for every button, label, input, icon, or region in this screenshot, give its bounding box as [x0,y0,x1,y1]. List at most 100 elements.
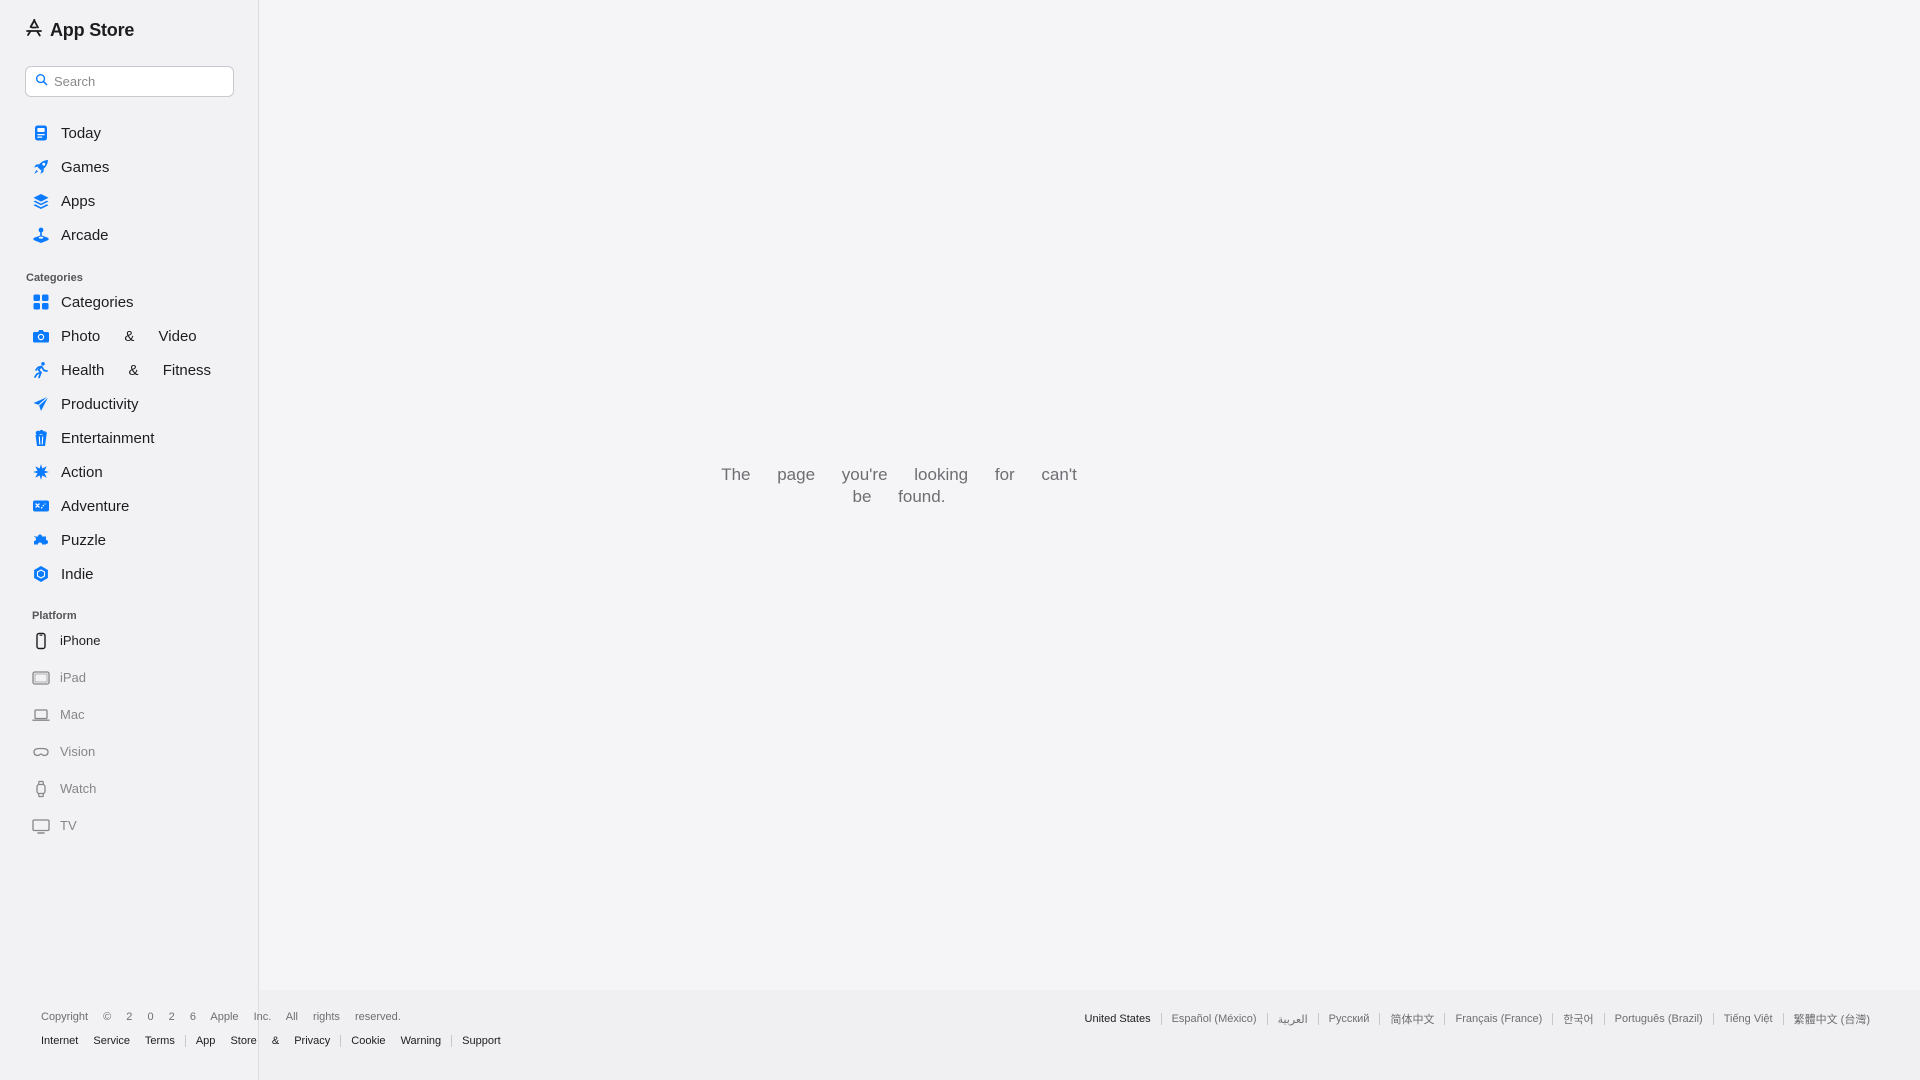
iphone-icon [32,632,50,650]
platform-item-label: Watch [60,781,97,796]
locale-zh-cn[interactable]: 简体中文 [1390,1011,1434,1027]
search-input[interactable] [54,74,224,89]
footer [259,990,1920,1080]
sidebar-item-label: Health & Fitness [61,361,212,379]
platform-item-iphone[interactable]: iPhone [0,622,259,659]
locale-divider [1266,1013,1268,1025]
link-divider [184,1035,186,1047]
sidebar-item-entertainment[interactable]: Entertainment [0,421,259,455]
search-box[interactable] [25,66,234,97]
locale-es-mx[interactable]: Español (México) [1172,1013,1257,1025]
sidebar-item-label: Categories [61,293,134,311]
app-store-brand[interactable]: App Store [24,18,134,43]
sidebar-item-label: Adventure [61,497,130,515]
app-window: App Store Today Games [0,0,1920,1080]
categories-section-label: Categories [26,272,83,284]
locale-divider [1317,1013,1319,1025]
internet-service-terms-link[interactable]: Internet Service Terms [41,1035,175,1047]
sidebar-item-label: Apps [61,192,96,210]
platform-item-label: iPad [60,670,87,685]
locale-ko[interactable]: 한국어 [1563,1011,1593,1027]
platform-item-ipad[interactable]: iPad [0,659,259,696]
platform-item-tv[interactable]: TV [0,807,259,844]
sidebar-item-categories[interactable]: Categories [0,285,259,319]
sidebar-item-puzzle[interactable]: Puzzle [0,523,259,557]
sidebar-item-label: Photo & Video [61,327,197,345]
locale-switcher: United States Español (México) العربية Р… [1085,1011,1870,1027]
platform-item-label: TV [60,818,77,833]
runner-icon [31,361,50,380]
link-divider [340,1035,342,1047]
copyright-text: Copyright © 2 0 2 6 Apple Inc. All right… [41,1011,401,1023]
categories-nav: Categories Photo & Video Health & Fitnes… [0,285,259,591]
rocket-icon [31,158,50,177]
link-divider [451,1035,453,1047]
locale-fr-fr[interactable]: Français (France) [1455,1013,1542,1025]
sidebar-item-indie[interactable]: Indie [0,557,259,591]
platform-item-label: Vision [60,744,96,759]
joystick-icon [31,226,50,245]
sidebar-item-label: Productivity [61,395,139,413]
sidebar-item-label: Indie [61,565,94,583]
tv-icon [32,817,50,835]
app-store-title: App Store [50,20,135,40]
support-link[interactable]: Support [462,1035,501,1047]
burst-icon [31,463,50,482]
camera-icon [31,327,50,346]
sidebar-item-label: Arcade [61,226,109,244]
sidebar-item-label: Puzzle [61,531,107,549]
locale-divider [1379,1013,1381,1025]
platform-item-label: Mac [60,707,85,722]
sidebar-item-today[interactable]: Today [0,116,259,150]
locale-pt-br[interactable]: Português (Brazil) [1615,1013,1703,1025]
sidebar-item-productivity[interactable]: Productivity [0,387,259,421]
popcorn-icon [31,429,50,448]
privacy-link[interactable]: App Store & Privacy [196,1035,330,1047]
locale-divider [1444,1013,1446,1025]
platform-item-vision[interactable]: Vision [0,733,259,770]
laptop-icon [32,706,50,724]
search-icon [26,73,48,91]
locale-divider [1782,1013,1784,1025]
platform-nav: iPhone iPad Mac Vision Watch TV [0,622,259,844]
ipad-icon [32,669,50,687]
main-content: The page you're looking for can't be fou… [259,0,1920,990]
sidebar-item-health-fitness[interactable]: Health & Fitness [0,353,259,387]
locale-ar[interactable]: العربية [1278,1013,1308,1026]
sidebar-item-action[interactable]: Action [0,455,259,489]
grid-icon [31,293,50,312]
puzzle-icon [31,531,50,550]
sidebar-item-arcade[interactable]: Arcade [0,218,259,252]
cookie-warning-link[interactable]: Cookie Warning [351,1035,441,1047]
platform-item-label: iPhone [60,633,101,648]
sidebar-item-apps[interactable]: Apps [0,184,259,218]
app-store-icon [24,18,44,43]
hexagon-icon [31,565,50,584]
legal-links: Internet Service Terms App Store & Priva… [41,1035,501,1047]
locale-divider [1712,1013,1714,1025]
watch-icon [32,780,50,798]
locale-zh-tw[interactable]: 繁體中文 (台灣) [1794,1011,1870,1027]
not-found-message-container: The page you're looking for can't be fou… [399,464,1399,508]
today-icon [31,124,50,143]
sidebar-item-games[interactable]: Games [0,150,259,184]
vision-icon [32,743,50,761]
locale-ru[interactable]: Русский [1329,1013,1370,1025]
platform-item-watch[interactable]: Watch [0,770,259,807]
sidebar: App Store Today Games [0,0,259,1080]
locale-divider [1160,1013,1162,1025]
sidebar-item-label: Action [61,463,103,481]
not-found-message: The page you're looking for can't be fou… [721,465,1077,506]
main-nav: Today Games Apps Arcade [0,116,259,252]
sidebar-item-label: Entertainment [61,429,155,447]
platform-section-label: Platform [32,610,77,622]
map-icon [31,497,50,516]
locale-divider [1603,1013,1605,1025]
locale-united-states[interactable]: United States [1085,1013,1151,1025]
sidebar-item-adventure[interactable]: Adventure [0,489,259,523]
paper-plane-icon [31,395,50,414]
platform-item-mac[interactable]: Mac [0,696,259,733]
sidebar-item-photo-video[interactable]: Photo & Video [0,319,259,353]
sidebar-item-label: Games [61,158,110,176]
locale-vi[interactable]: Tiếng Việt [1724,1013,1773,1025]
